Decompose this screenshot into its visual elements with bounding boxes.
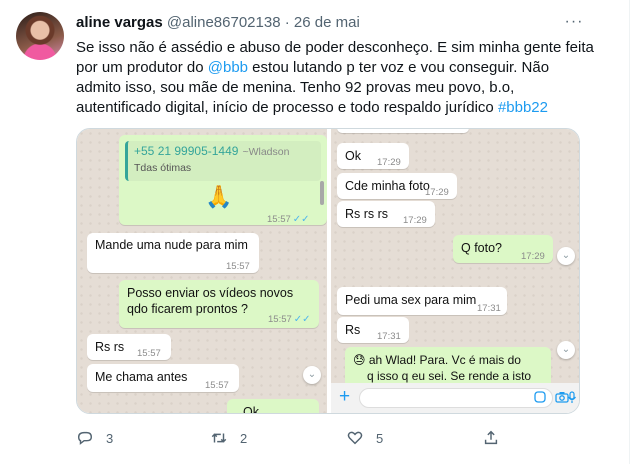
tweet-actions: 3 2 5: [76, 428, 596, 448]
quote-text: Tdas ótimas: [134, 162, 192, 174]
tweet-text-line: por um produtor do @bbb estou lutando p …: [76, 58, 596, 78]
plus-icon[interactable]: +: [339, 387, 350, 407]
message-bubble: Mande uma nude para mim 15:57: [87, 233, 259, 273]
message-text: Ok: [345, 149, 361, 163]
message-text: Rs rs rs: [345, 207, 389, 221]
separator: ·: [284, 14, 290, 31]
message-bubble: Ok: [227, 399, 319, 413]
tweet-text-line: admito isso, sou mãe de menina. Tenho 92…: [76, 78, 596, 98]
avatar[interactable]: [16, 12, 64, 60]
text-segment: Se isso não é assédio e abuso de poder d…: [76, 39, 594, 56]
sticker-icon[interactable]: [533, 391, 547, 405]
message-text: Ok: [243, 405, 259, 413]
message-time: 17:29: [425, 187, 449, 198]
message-text: Posso enviar os vídeos novos: [127, 286, 294, 300]
message-time: 15:57: [137, 348, 161, 359]
message-time: 15:57: [205, 380, 229, 391]
tweet-date[interactable]: 26 de mai: [294, 14, 360, 31]
reply-icon: [77, 431, 93, 445]
read-ticks-icon: ✓✓: [293, 314, 311, 325]
message-time: 17:31: [477, 303, 501, 314]
message-time: 17:29: [521, 251, 545, 262]
tweet-header: aline vargas @aline86702138 · 26 de mai: [76, 13, 360, 33]
message-text: Rs: [345, 323, 361, 337]
tweet-text-line: Se isso não é assédio e abuso de poder d…: [76, 38, 596, 58]
text-segment: estou lutando p ter voz e vou conseguir.…: [248, 59, 550, 76]
message-bubble: Q foto? 17:29: [453, 235, 553, 263]
message-bubble: 😓 ah Wlad! Para. Vc é mais do q isso q e…: [345, 347, 551, 383]
hashtag-link[interactable]: #bbb22: [498, 99, 548, 116]
retweet-button[interactable]: 2: [210, 428, 247, 448]
message-bubble: Pedi uma sex para mim 17:31: [337, 287, 507, 315]
message-bubble: Ok 17:29: [337, 143, 409, 169]
message-bubble: Rs rs 15:57: [87, 334, 171, 360]
tweet[interactable]: aline vargas @aline86702138 · 26 de mai …: [0, 0, 630, 464]
quoted-reply: +55 21 99905-1449 ~Wladson Tdas ótimas: [125, 141, 321, 181]
mention-link[interactable]: @bbb: [208, 59, 248, 76]
message-time: 17:29: [403, 215, 427, 226]
emoji-message: 🙏: [205, 184, 233, 209]
emoji: 😓: [353, 353, 366, 367]
quote-sender: ~Wladson: [242, 146, 290, 158]
retweet-icon: [211, 433, 227, 443]
message-bubble: Me chama antes 15:57: [87, 364, 239, 392]
tweet-text: Se isso não é assédio e abuso de poder d…: [76, 38, 596, 118]
share-button[interactable]: [482, 428, 500, 448]
message-time: 17:31: [377, 331, 401, 342]
mic-icon[interactable]: [567, 391, 577, 405]
message-bubble: Posso enviar os vídeos novos qdo ficarem…: [119, 280, 319, 328]
text-segment: admito isso, sou mãe de menina. Tenho 92…: [76, 79, 515, 96]
message-time: 17:29: [377, 157, 401, 168]
chat-input-bar: +: [331, 383, 579, 413]
text-segment: por um produtor do: [76, 59, 208, 76]
message-time: 15:57: [267, 214, 291, 225]
chevron-down-icon[interactable]: ⌄: [557, 247, 575, 265]
more-icon[interactable]: ···: [564, 14, 584, 34]
message-bubble: Rs 17:31: [337, 317, 409, 343]
message-text: q isso q eu sei. Se rende a isto: [367, 369, 532, 383]
chevron-down-icon[interactable]: ⌄: [303, 366, 321, 384]
author-handle[interactable]: @aline86702138: [167, 14, 281, 31]
chat-screenshot-right: Ok 17:29 Cde minha foto 17:29 Rs rs rs 1…: [331, 129, 579, 383]
share-icon: [484, 430, 498, 445]
tweet-media[interactable]: +55 21 99905-1449 ~Wladson Tdas ótimas 🙏 …: [76, 128, 580, 414]
chevron-down-icon[interactable]: ⌄: [557, 341, 575, 359]
message-text: ah Wlad! Para. Vc é mais do: [368, 353, 521, 367]
tweet-text-line: autentificado digital, início de process…: [76, 98, 596, 118]
message-text: Mande uma nude para mim: [95, 238, 248, 252]
reply-count: 3: [106, 430, 114, 446]
quote-phone: +55 21 99905-1449: [134, 144, 239, 158]
reply-button[interactable]: 3: [76, 428, 113, 448]
message-text: Me chama antes: [95, 370, 188, 384]
text-segment: autentificado digital, início de process…: [76, 99, 498, 116]
retweet-count: 2: [240, 430, 248, 446]
like-icon: [347, 431, 363, 445]
chat-screenshot-left: +55 21 99905-1449 ~Wladson Tdas ótimas 🙏 …: [77, 129, 327, 413]
message-bubble: Cde minha foto 17:29: [337, 173, 457, 199]
message-text: Q foto?: [461, 241, 502, 255]
author-name[interactable]: aline vargas: [76, 14, 163, 31]
message-time: 15:57: [268, 314, 292, 325]
scrollbar[interactable]: [320, 181, 324, 205]
like-button[interactable]: 5: [346, 428, 383, 448]
message-time: 15:57: [226, 261, 250, 272]
message-text: Pedi uma sex para mim: [345, 293, 477, 307]
message-bubble: Rs rs rs 17:29: [337, 201, 435, 227]
read-ticks-icon: ✓✓: [292, 214, 310, 225]
like-count: 5: [376, 430, 384, 446]
message-text: Cde minha foto: [345, 179, 430, 193]
message-text: Rs rs: [95, 340, 125, 354]
message-input[interactable]: [359, 388, 553, 408]
